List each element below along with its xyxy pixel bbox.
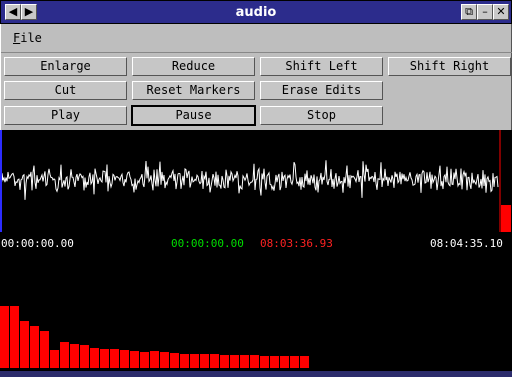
start-time: 00:00:00.00 — [1, 237, 74, 250]
bottom-scrollbar[interactable] — [0, 371, 512, 377]
level-bar — [10, 306, 19, 368]
level-bar — [50, 350, 59, 368]
level-bar — [250, 355, 259, 368]
menubar: File — [1, 24, 512, 53]
level-bar — [150, 351, 159, 368]
level-bar — [140, 352, 149, 368]
shift-right-button[interactable]: Shift Right — [388, 57, 511, 76]
level-bar — [70, 344, 79, 368]
marker-a-time: 00:00:00.00 — [171, 237, 244, 250]
stop-button[interactable]: Stop — [260, 106, 383, 125]
level-bar — [200, 354, 209, 368]
play-button[interactable]: Play — [4, 106, 127, 125]
level-bar — [270, 356, 279, 368]
restore-icon[interactable]: ⧉ — [461, 4, 477, 20]
level-bar — [180, 354, 189, 368]
level-bar — [160, 352, 169, 368]
level-bar — [240, 355, 249, 368]
level-bar — [260, 356, 269, 368]
close-icon[interactable]: ✕ — [493, 4, 509, 20]
cut-button[interactable]: Cut — [4, 81, 127, 100]
level-bar — [230, 355, 239, 368]
level-bar — [20, 321, 29, 368]
control-panel: File Enlarge Reduce Shift Left Shift Rig… — [0, 24, 512, 130]
marker-b-time: 08:03:36.93 — [260, 237, 333, 250]
level-bar — [100, 349, 109, 368]
level-bar — [130, 351, 139, 368]
level-bar — [300, 356, 309, 368]
level-bar — [30, 326, 39, 368]
minimize-icon[interactable]: – — [477, 4, 493, 20]
level-bar — [90, 348, 99, 368]
audio-display: 00:00:00.00 00:00:00.00 08:03:36.93 08:0… — [0, 130, 512, 377]
waveform[interactable] — [0, 130, 512, 240]
level-bar — [280, 356, 289, 368]
window-titlebar: ◀ ▶ audio ⧉ – ✕ — [0, 0, 512, 24]
level-bar — [220, 355, 229, 368]
window-title: audio — [235, 5, 277, 20]
level-bar — [120, 350, 129, 368]
waveform-trace — [1, 160, 499, 200]
level-bar — [60, 342, 69, 368]
end-time: 08:04:35.10 — [430, 237, 503, 250]
shift-left-button[interactable]: Shift Left — [260, 57, 383, 76]
enlarge-button[interactable]: Enlarge — [4, 57, 127, 76]
level-bar — [0, 306, 9, 368]
level-bar — [80, 345, 89, 368]
level-bar — [40, 331, 49, 368]
reset-markers-button[interactable]: Reset Markers — [132, 81, 255, 100]
menu-file[interactable]: File — [13, 31, 42, 45]
erase-edits-button[interactable]: Erase Edits — [260, 81, 383, 100]
level-bar — [190, 354, 199, 368]
level-bar — [110, 349, 119, 368]
reduce-button[interactable]: Reduce — [132, 57, 255, 76]
level-bar — [290, 356, 299, 368]
pause-button[interactable]: Pause — [131, 105, 256, 126]
end-marker-block — [501, 205, 511, 232]
level-bar — [210, 354, 219, 368]
level-bar — [170, 353, 179, 368]
menu-file-label: ile — [20, 31, 42, 45]
